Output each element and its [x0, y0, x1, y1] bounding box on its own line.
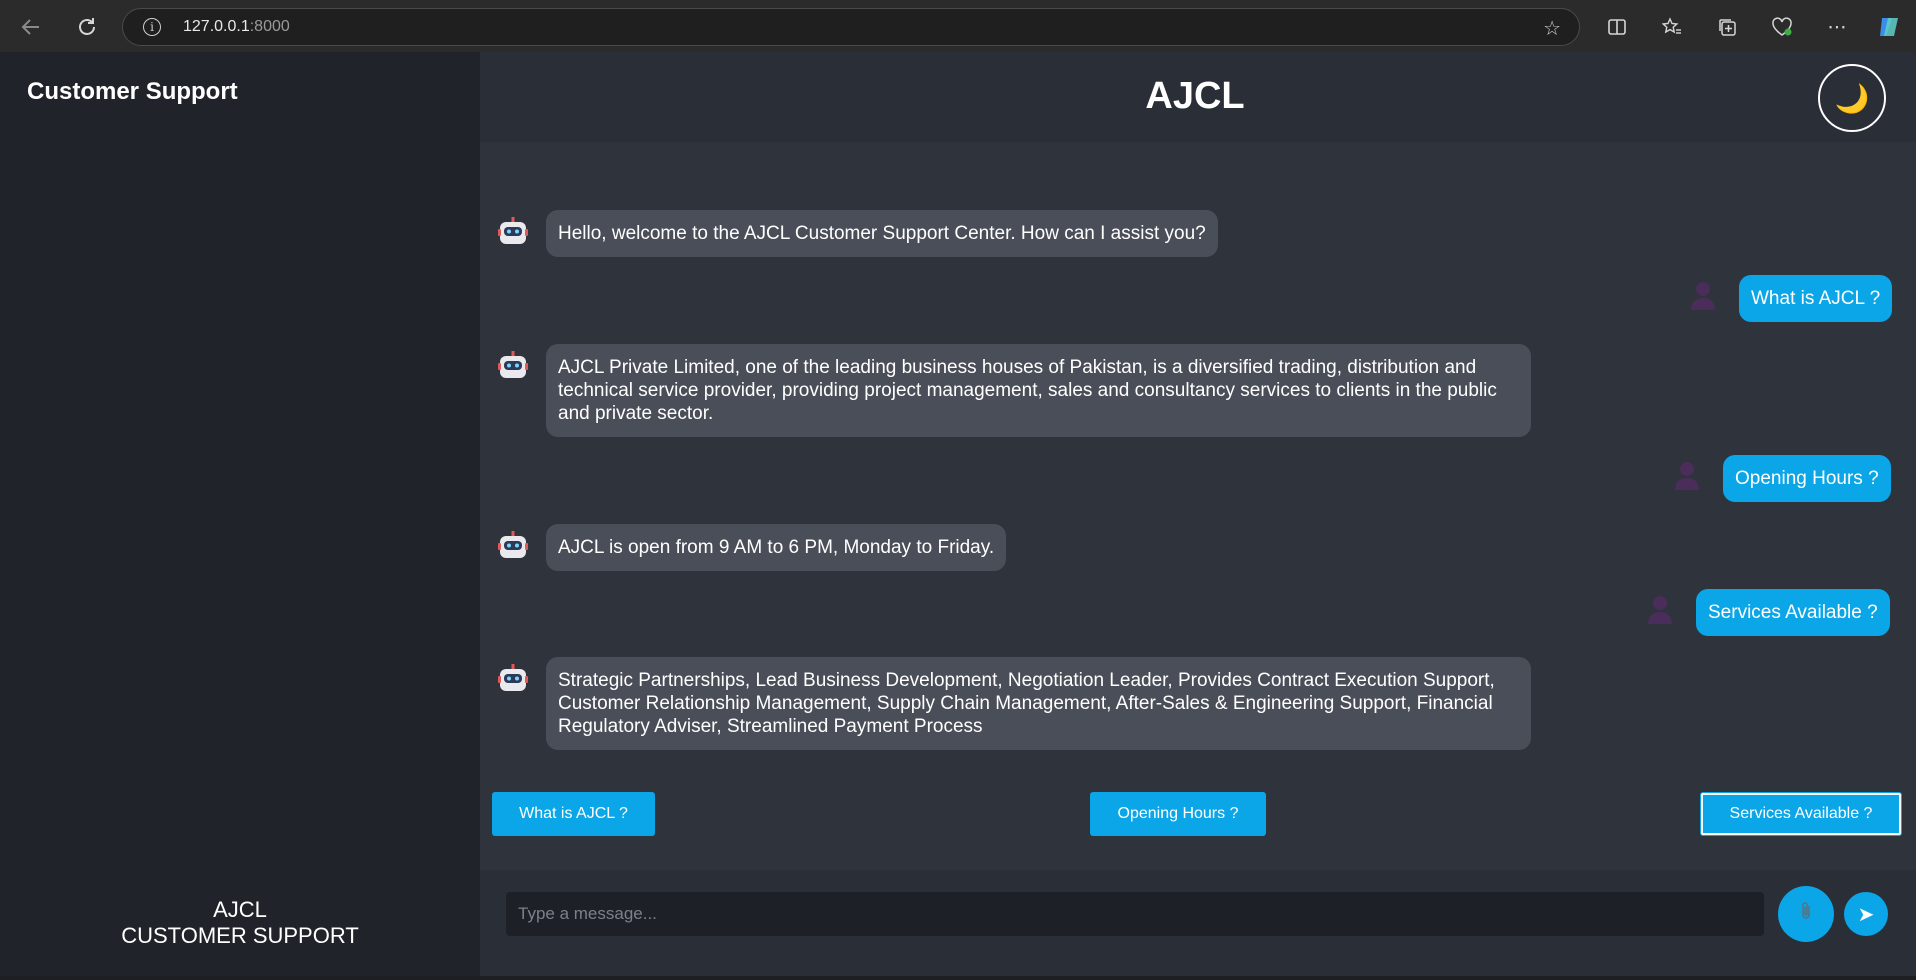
user-message-bubble: Opening Hours ?	[1723, 455, 1891, 502]
user-avatar-icon	[1690, 280, 1716, 310]
bot-avatar-icon	[497, 216, 529, 248]
moon-icon: 🌙	[1834, 82, 1870, 114]
user-avatar-icon	[1674, 460, 1700, 490]
browser-essentials-icon[interactable]	[1767, 12, 1797, 42]
chat-main: AJCL 🌙 Hello, welcome to the AJCL Custom…	[480, 52, 1916, 976]
quick-replies: What is AJCL ? Opening Hours ? Services …	[480, 792, 1916, 852]
theme-toggle-button[interactable]: 🌙	[1818, 64, 1886, 132]
split-screen-icon[interactable]	[1602, 12, 1632, 42]
url-host: 127.0.0.1	[183, 18, 250, 35]
bot-avatar-icon	[497, 350, 529, 382]
attach-button[interactable]	[1778, 886, 1834, 942]
user-avatar-icon	[1647, 594, 1673, 624]
site-info-icon[interactable]: i	[143, 18, 161, 36]
page-title: AJCL	[1145, 75, 1245, 117]
reload-icon[interactable]	[72, 12, 102, 42]
favorites-icon[interactable]	[1657, 12, 1687, 42]
sidebar-footer-subtitle: CUSTOMER SUPPORT	[121, 923, 359, 948]
send-button[interactable]: ➤	[1844, 892, 1888, 936]
chat-app: Customer Support AJCL CUSTOMER SUPPORT A…	[0, 52, 1916, 980]
send-arrow-icon: ➤	[1857, 903, 1875, 926]
address-bar[interactable]: i 127.0.0.1:8000 ☆	[122, 8, 1580, 46]
message-list: Hello, welcome to the AJCL Customer Supp…	[480, 142, 1916, 782]
collections-icon[interactable]	[1712, 12, 1742, 42]
quick-reply-opening-hours[interactable]: Opening Hours ?	[1090, 792, 1266, 836]
bot-avatar-icon	[497, 663, 529, 695]
message-input[interactable]	[506, 892, 1764, 936]
sidebar: Customer Support AJCL CUSTOMER SUPPORT	[0, 52, 480, 976]
url-text: 127.0.0.1:8000	[183, 18, 290, 36]
bot-avatar-icon	[497, 530, 529, 562]
sidebar-title: Customer Support	[27, 78, 238, 105]
quick-reply-services-available[interactable]: Services Available ?	[1700, 792, 1902, 836]
copilot-icon[interactable]	[1874, 12, 1904, 42]
user-message-bubble: What is AJCL ?	[1739, 275, 1893, 322]
bot-message-bubble: AJCL Private Limited, one of the leading…	[546, 344, 1531, 437]
quick-reply-what-is-ajcl[interactable]: What is AJCL ?	[492, 792, 655, 836]
sidebar-footer-brand: AJCL	[213, 897, 267, 922]
bot-message-bubble: Hello, welcome to the AJCL Customer Supp…	[546, 210, 1218, 257]
message-composer: ➤	[480, 870, 1916, 976]
sidebar-footer: AJCL CUSTOMER SUPPORT	[0, 897, 480, 949]
bot-message-bubble: Strategic Partnerships, Lead Business De…	[546, 657, 1531, 750]
chat-header: AJCL 🌙	[480, 52, 1916, 142]
bot-message-bubble: AJCL is open from 9 AM to 6 PM, Monday t…	[546, 524, 1007, 571]
back-arrow-icon[interactable]	[16, 12, 46, 42]
paperclip-icon	[1798, 900, 1814, 928]
browser-toolbar: i 127.0.0.1:8000 ☆ ⋯	[0, 0, 1916, 52]
user-message-bubble: Services Available ?	[1696, 589, 1890, 636]
url-port: :8000	[249, 18, 290, 35]
favorite-star-icon[interactable]: ☆	[1543, 16, 1561, 41]
more-options-icon[interactable]: ⋯	[1822, 12, 1852, 42]
